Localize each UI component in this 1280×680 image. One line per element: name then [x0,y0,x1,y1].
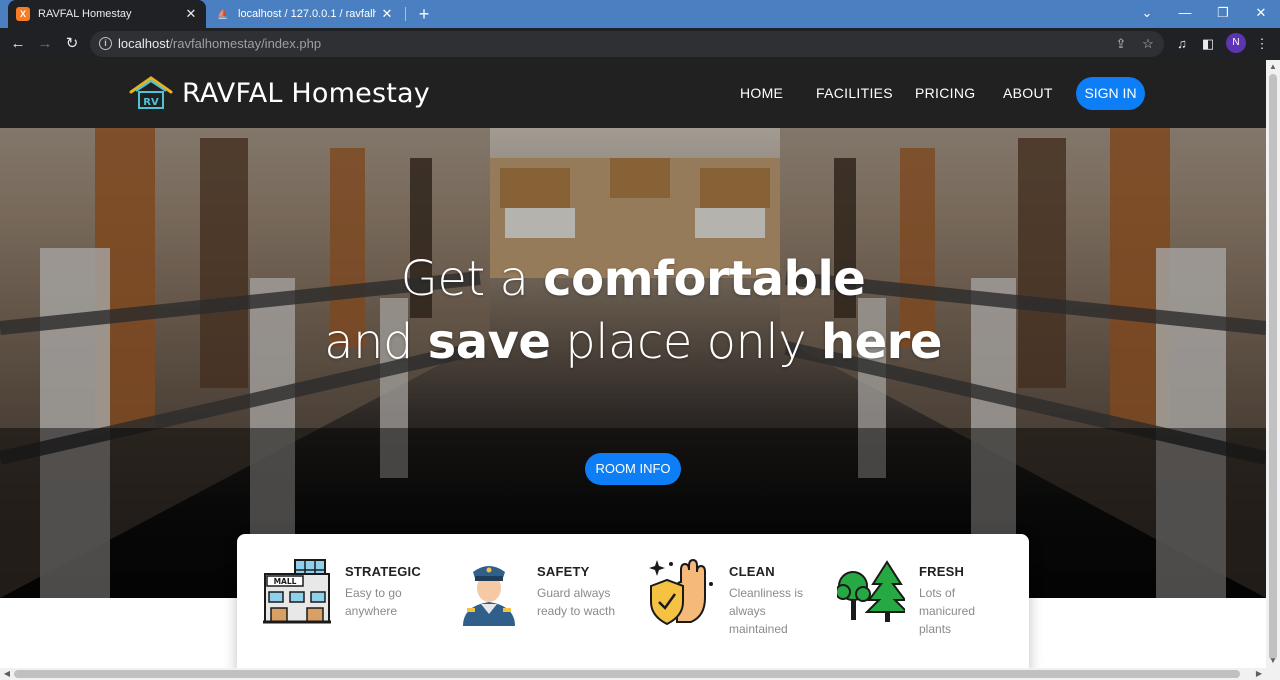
hero-headline: Get a comfortable and save place only he… [0,248,1266,374]
horizontal-scrollbar[interactable]: ◀ ▶ [0,668,1280,680]
feature-strategic: MALL STRATEGIC Easy to go anywhere [263,556,433,656]
close-window-button[interactable]: ✕ [1242,0,1280,28]
tab-title: localhost / 127.0.0.1 / ravfalhome [238,8,376,20]
site-navbar: RV RAVFAL Homestay HOME FACILITIES PRICI… [0,60,1266,128]
feature-description: Guard always ready to wacth [537,586,616,618]
feature-title: CLEAN [729,564,775,579]
address-bar[interactable]: i localhost/ravfalhomestay/index.php ⇪ ☆ [90,31,1164,57]
hero-line1-bold: comfortable [543,251,866,307]
nav-home[interactable]: HOME [740,85,783,101]
page-viewport: RV RAVFAL Homestay HOME FACILITIES PRICI… [0,60,1266,668]
security-guard-icon [463,566,515,626]
hero-line2-bold-b: here [820,314,942,370]
features-card: MALL STRATEGIC Easy to go anywhere SAFET… [237,534,1029,668]
menu-kebab-icon[interactable]: ⋮ [1251,33,1273,55]
address-path: /ravfalhomestay/index.php [169,36,322,51]
feature-description: Lots of manicured plants [919,586,976,636]
feature-description: Easy to go anywhere [345,586,402,618]
browser-tab-active[interactable]: X RAVFAL Homestay ✕ [8,0,206,28]
svg-text:RV: RV [143,97,159,108]
mall-building-icon: MALL [263,559,331,624]
browser-tab[interactable]: ⛵ localhost / 127.0.0.1 / ravfalhome ✕ [208,0,402,28]
site-info-icon[interactable]: i [99,37,112,50]
hero-line2-light-b: place only [550,314,821,370]
scroll-up-arrow-icon[interactable]: ▲ [1266,60,1280,74]
address-url[interactable]: localhost/ravfalhomestay/index.php [118,36,321,51]
feature-fresh: FRESH Lots of manicured plants [837,556,1007,656]
feature-title: STRATEGIC [345,564,421,579]
browser-tabstrip: X RAVFAL Homestay ✕ ⛵ localhost / 127.0.… [0,0,1280,28]
phpmyadmin-icon: ⛵ [217,8,229,19]
clean-hand-shield-icon [649,558,713,626]
nav-pricing[interactable]: PRICING [915,85,975,101]
profile-avatar[interactable]: N [1226,33,1246,53]
bookmark-star-icon[interactable]: ☆ [1139,35,1157,53]
scrollbar-thumb[interactable] [1269,74,1277,660]
hero-line2-bold-a: save [427,314,551,370]
reload-icon[interactable]: ↻ [61,33,83,55]
scroll-right-arrow-icon[interactable]: ▶ [1252,668,1266,680]
room-info-button[interactable]: ROOM INFO [585,453,681,485]
nav-about[interactable]: ABOUT [1003,85,1053,101]
forward-arrow-icon[interactable]: → [34,33,56,55]
hero-section: Get a comfortable and save place only he… [0,128,1266,598]
feature-title: FRESH [919,564,965,579]
feature-title: SAFETY [537,564,590,579]
scroll-down-arrow-icon[interactable]: ▼ [1266,654,1280,668]
svg-text:MALL: MALL [274,577,297,586]
side-panel-icon[interactable]: ◧ [1197,33,1219,55]
restore-button[interactable]: ❐ [1204,0,1242,28]
feature-safety: SAFETY Guard always ready to wacth [455,556,625,656]
feature-clean: CLEAN Cleanliness is always maintained [647,556,817,656]
brand-name: RAVFAL Homestay [182,77,430,109]
share-icon[interactable]: ⇪ [1112,35,1130,53]
close-icon[interactable]: ✕ [184,6,198,22]
tab-search-icon[interactable]: ⌄ [1128,0,1166,28]
vertical-scrollbar[interactable]: ▲ ▼ [1266,60,1280,668]
media-control-icon[interactable]: ♫ [1171,33,1193,55]
tab-separator [405,7,406,21]
tab-title: RAVFAL Homestay [38,8,132,20]
trees-icon [837,560,905,622]
scrollbar-thumb[interactable] [14,670,1240,678]
back-arrow-icon[interactable]: ← [7,33,29,55]
new-tab-button[interactable]: + [414,4,434,24]
feature-description: Cleanliness is always maintained [729,586,804,636]
close-icon[interactable]: ✕ [380,6,394,22]
sign-in-button[interactable]: SIGN IN [1076,77,1145,110]
scroll-left-arrow-icon[interactable]: ◀ [0,668,14,680]
browser-toolbar: ← → ↻ i localhost/ravfalhomestay/index.p… [0,28,1280,60]
nav-facilities[interactable]: FACILITIES [816,85,893,101]
brand[interactable]: RV RAVFAL Homestay [128,74,430,112]
hero-line2-light-a: and [324,314,428,370]
address-host: localhost [118,36,170,51]
hero-line1-light: Get a [400,251,544,307]
xampp-icon: X [16,7,30,21]
house-logo-icon: RV [129,76,173,109]
minimize-button[interactable]: — [1166,0,1204,28]
